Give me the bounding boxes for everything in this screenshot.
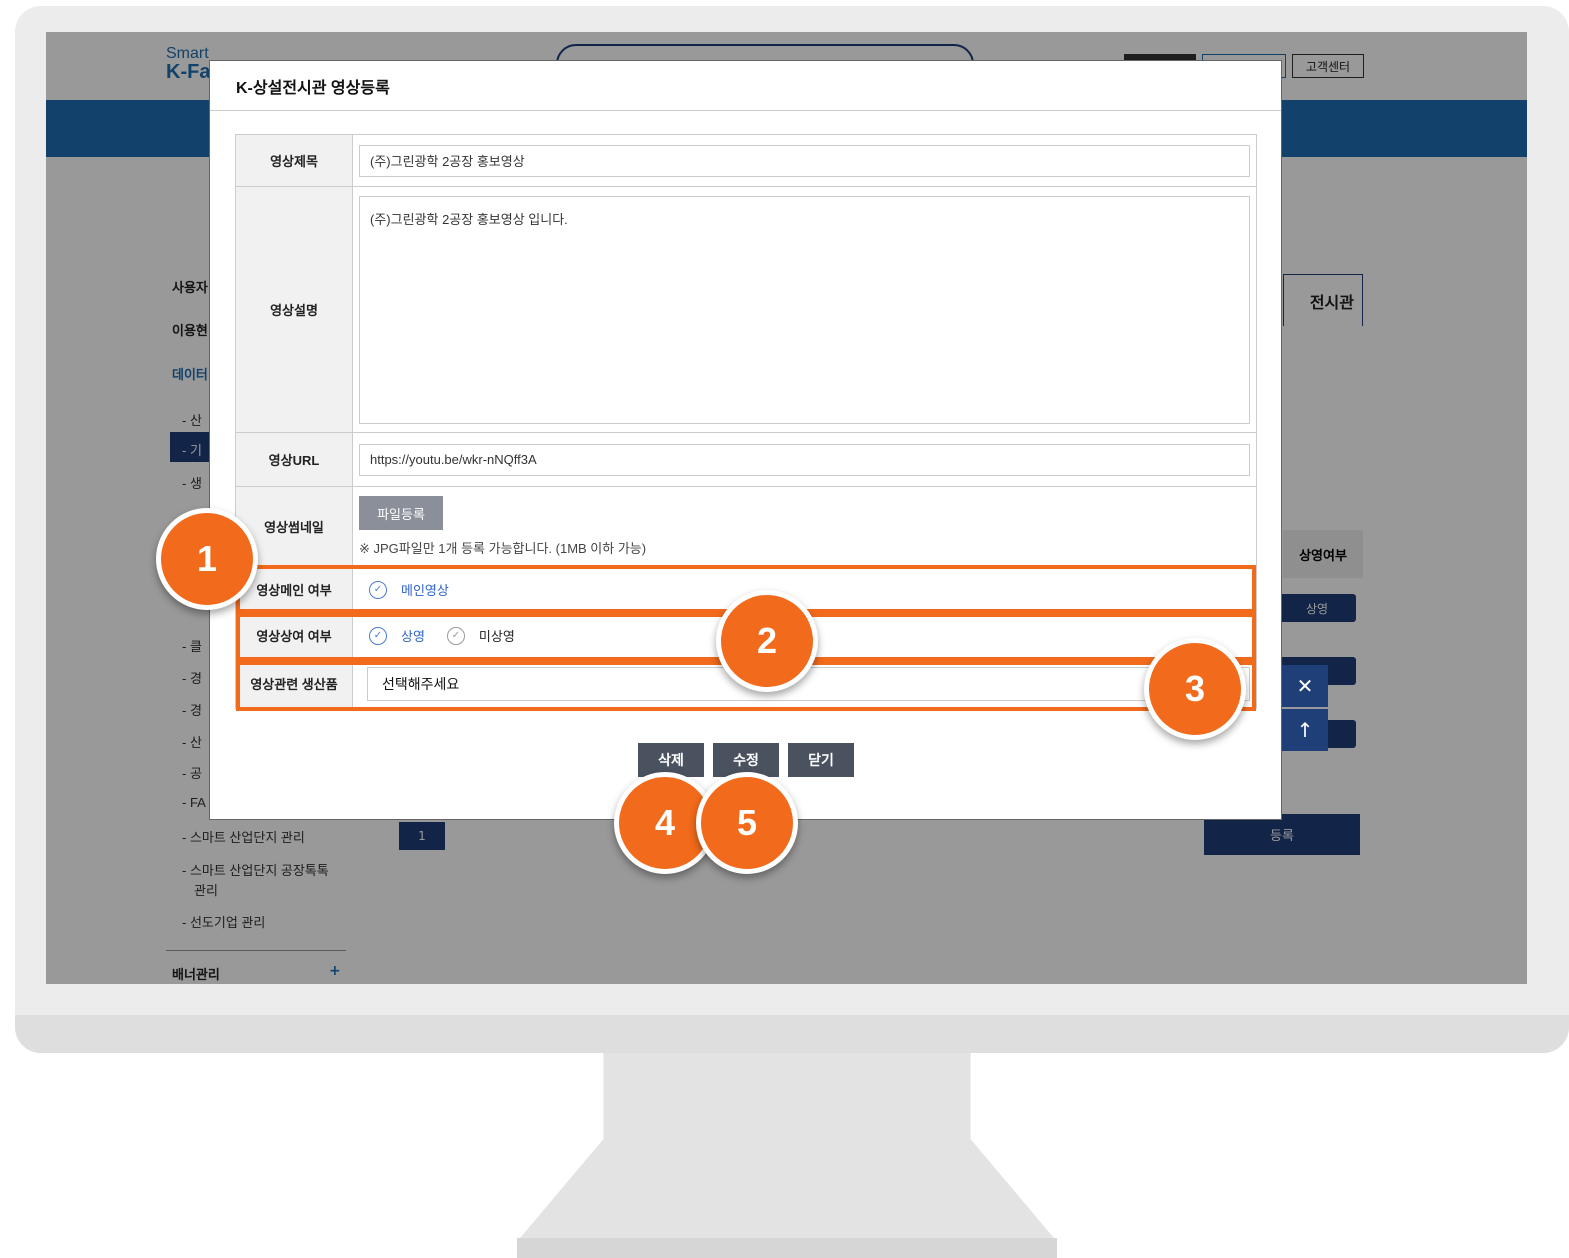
video-url-label: 영상URL (235, 433, 353, 486)
video-description-label: 영상설명 (235, 187, 353, 432)
close-icon[interactable]: ✕ (1282, 665, 1328, 707)
callout-5: 5 (696, 772, 798, 874)
video-url-input[interactable]: https://youtu.be/wkr-nNQff3A (359, 443, 1250, 476)
form-row-title: 영상제목 (주)그린광학 2공장 홍보영상 (235, 135, 1257, 187)
file-upload-button[interactable]: 파일등록 (359, 496, 443, 530)
callout-1: 1 (156, 508, 258, 610)
form-row-thumbnail: 영상썸네일 파일등록 ※ JPG파일만 1개 등록 가능합니다. (1MB 이하… (235, 487, 1257, 567)
form-row-description: 영상설명 (주)그린광학 2공장 홍보영상 입니다. (235, 187, 1257, 433)
callout-2: 2 (716, 590, 818, 692)
video-title-label: 영상제목 (235, 135, 353, 186)
modal-title: K-상설전시관 영상등록 (210, 61, 1281, 111)
monitor-chin (15, 1015, 1569, 1053)
monitor-stand (517, 1053, 1057, 1258)
form-row-url: 영상URL https://youtu.be/wkr-nNQff3A (235, 433, 1257, 487)
arrow-up-icon[interactable]: ↑ (1282, 709, 1328, 751)
close-button[interactable]: 닫기 (788, 743, 854, 777)
file-upload-note: ※ JPG파일만 1개 등록 가능합니다. (1MB 이하 가능) (359, 541, 647, 556)
video-title-input[interactable]: (주)그린광학 2공장 홍보영상 (359, 144, 1250, 177)
monitor-stand-base (517, 1238, 1057, 1258)
video-description-textarea[interactable]: (주)그린광학 2공장 홍보영상 입니다. (359, 195, 1250, 424)
callout-3: 3 (1144, 638, 1246, 740)
